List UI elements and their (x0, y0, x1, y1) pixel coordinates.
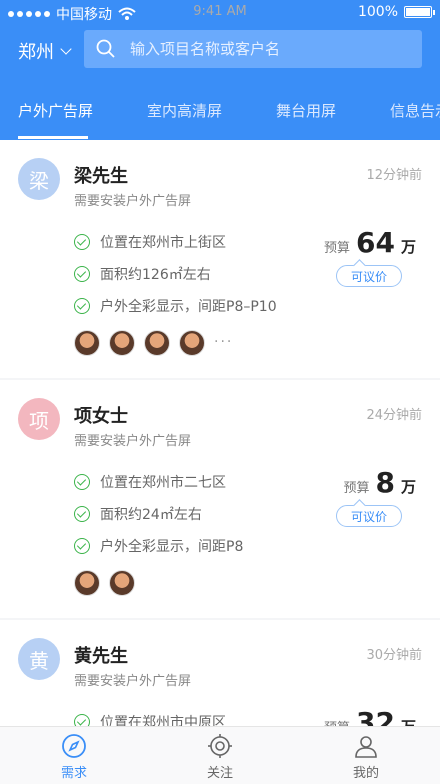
negotiable-badge: 可议价 (336, 265, 402, 287)
feature-item: 位置在郑州市中原区 (74, 712, 226, 726)
feature-item: 位置在郑州市二七区 (74, 472, 226, 492)
feature-item: 面积约24㎡左右 (74, 504, 202, 524)
battery-percent: 100% (357, 4, 398, 20)
search-input[interactable] (130, 40, 390, 58)
bidder-avatar[interactable] (179, 330, 205, 356)
tabbar-mine[interactable]: 我的 (326, 733, 406, 781)
search-bar[interactable] (84, 30, 422, 68)
customer-name: 梁先生 (74, 166, 128, 187)
customer-name: 黄先生 (74, 646, 128, 667)
tabbar-demand[interactable]: 需求 (34, 733, 114, 781)
demand-card[interactable]: 黄 黄先生 需要安装户外广告屏 30分钟前 位置在郑州市中原区 预算 32 万 (0, 620, 440, 726)
bidder-avatar[interactable] (109, 330, 135, 356)
feature-item: 户外全彩显示，间距P8 (74, 536, 243, 556)
compass-icon (62, 734, 86, 758)
bidder-avatar[interactable] (109, 570, 135, 596)
avatar: 黄 (18, 638, 60, 680)
check-icon (74, 506, 90, 522)
bidder-avatar[interactable] (144, 330, 170, 356)
post-time: 24分钟前 (366, 408, 422, 423)
budget-value: 64 (356, 226, 395, 259)
demand-subtitle: 需要安装户外广告屏 (74, 674, 192, 689)
avatar: 项 (18, 398, 60, 440)
budget: 预算 8 万 (343, 466, 416, 499)
tab-outdoor[interactable]: 户外广告屏 (18, 100, 93, 121)
bidder-avatar[interactable] (74, 570, 100, 596)
budget: 预算 32 万 (324, 706, 416, 726)
city-label: 郑州 (18, 42, 54, 63)
person-icon (355, 736, 377, 758)
check-icon (74, 538, 90, 554)
demand-subtitle: 需要安装户外广告屏 (74, 434, 192, 449)
demand-card[interactable]: 梁 梁先生 需要安装户外广告屏 12分钟前 位置在郑州市上街区 面积约126㎡左… (0, 140, 440, 378)
more-bidders[interactable]: ··· (214, 334, 233, 350)
tab-stage[interactable]: 舞台用屏 (276, 100, 336, 121)
chevron-down-icon (60, 43, 72, 55)
customer-name: 项女士 (74, 406, 128, 427)
avatar: 梁 (18, 158, 60, 200)
check-icon (74, 474, 90, 490)
tab-info[interactable]: 信息告示 (390, 100, 440, 121)
bottom-tab-bar: 需求 关注 我的 (0, 726, 440, 784)
check-icon (74, 714, 90, 726)
post-time: 12分钟前 (366, 168, 422, 183)
feature-item: 位置在郑州市上街区 (74, 232, 226, 252)
negotiable-badge: 可议价 (336, 505, 402, 527)
status-bar: 中国移动 9:41 AM 100% (0, 0, 440, 26)
active-tab-indicator (18, 136, 88, 139)
search-icon (96, 39, 115, 58)
budget-value: 8 (375, 466, 395, 499)
tabbar-follow[interactable]: 关注 (180, 733, 260, 781)
demand-card[interactable]: 项 项女士 需要安装户外广告屏 24分钟前 位置在郑州市二七区 面积约24㎡左右… (0, 380, 440, 618)
budget-value: 32 (356, 706, 395, 726)
tab-indoor[interactable]: 室内高清屏 (147, 100, 222, 121)
city-selector[interactable]: 郑州 (18, 38, 72, 64)
post-time: 30分钟前 (366, 648, 422, 663)
feature-item: 户外全彩显示，间距P8–P10 (74, 296, 277, 316)
target-icon (208, 734, 232, 758)
category-tabs: 户外广告屏 室内高清屏 舞台用屏 信息告示 (0, 88, 440, 140)
demand-subtitle: 需要安装户外广告屏 (74, 194, 192, 209)
check-icon (74, 234, 90, 250)
feature-item: 面积约126㎡左右 (74, 264, 211, 284)
battery-icon (404, 6, 435, 18)
bidder-avatar[interactable] (74, 330, 100, 356)
check-icon (74, 298, 90, 314)
check-icon (74, 266, 90, 282)
header: 中国移动 9:41 AM 100% 郑州 户外广告屏 室内高清屏 舞台用屏 信息… (0, 0, 440, 140)
budget: 预算 64 万 (324, 226, 416, 259)
